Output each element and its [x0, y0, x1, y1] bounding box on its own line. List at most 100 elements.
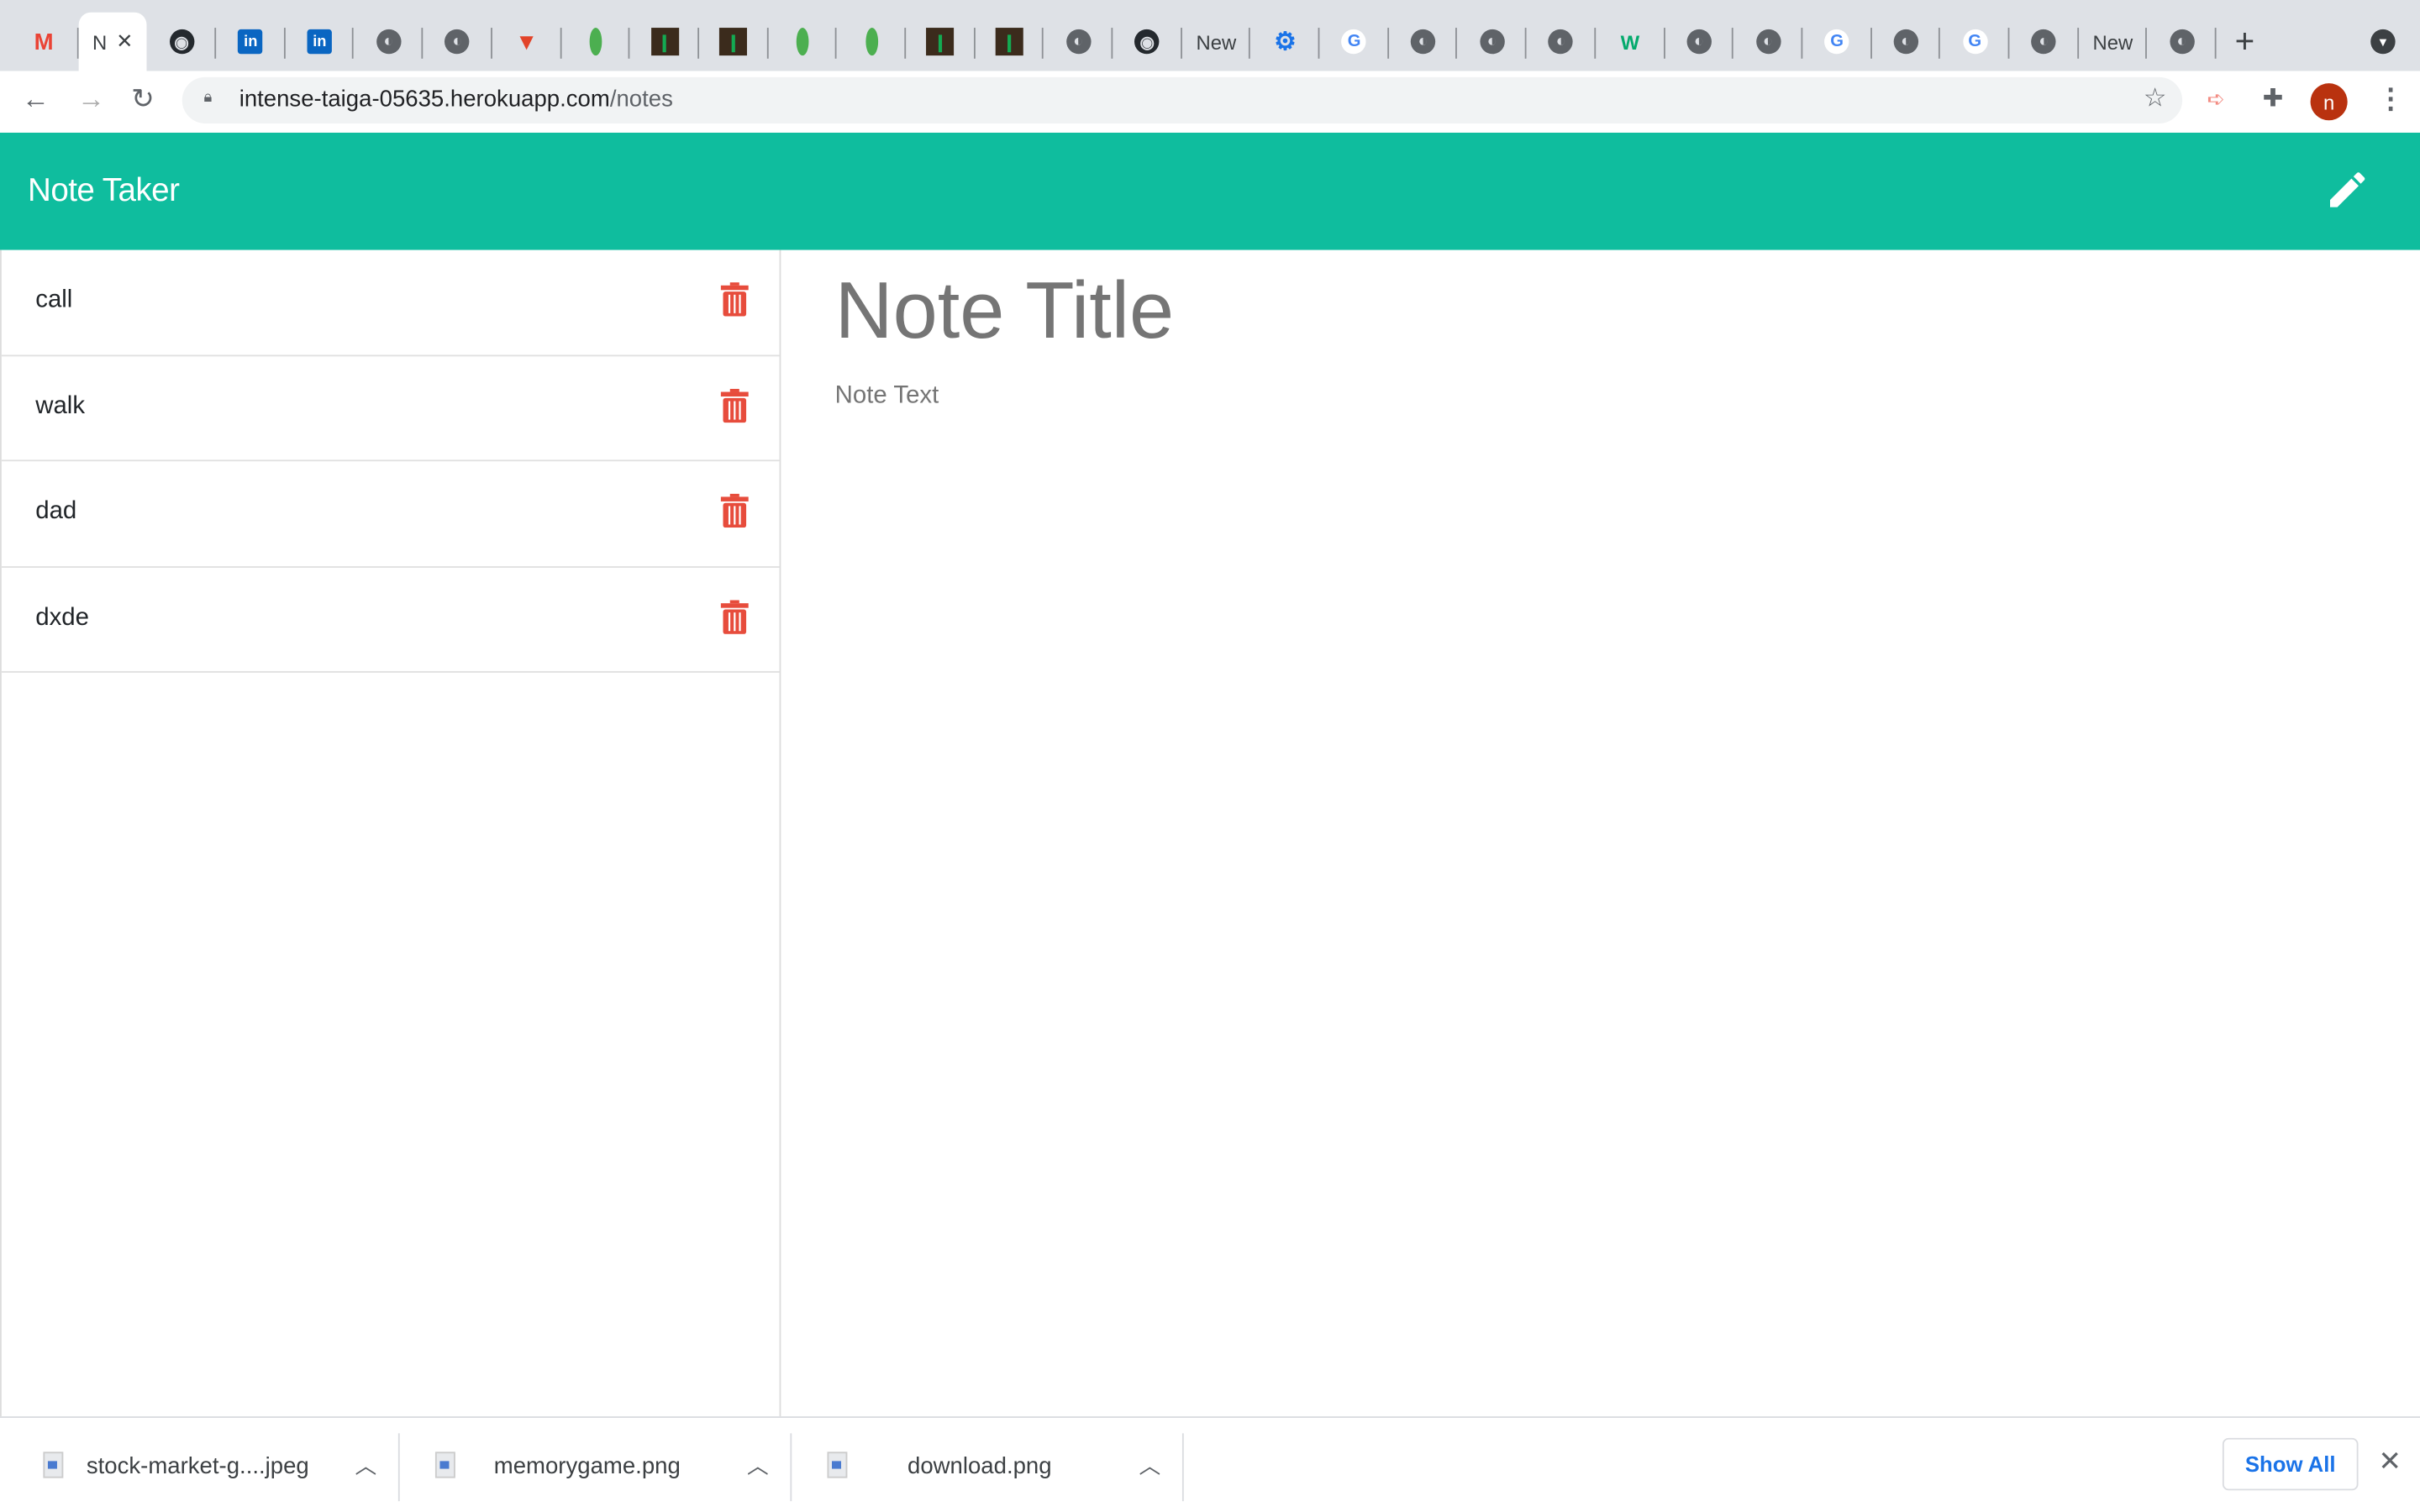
lock-icon: 🔒︎ — [203, 89, 213, 107]
browser-tab[interactable]: ◐ — [2147, 13, 2216, 71]
gmail-icon: M — [34, 28, 54, 55]
note-list-item[interactable]: dxde — [1, 567, 780, 673]
note-title-input[interactable] — [834, 265, 2224, 359]
extensions-puzzle-icon[interactable]: ✚ — [2263, 83, 2284, 114]
close-tab-icon[interactable]: ✕ — [116, 29, 133, 54]
browser-toolbar: ← → ↻ 🔒︎ intense-taiga-05635.herokuapp.c… — [0, 71, 2420, 133]
notes-list: call walk dad dxde — [0, 249, 781, 1417]
url-text[interactable]: intense-taiga-05635.herokuapp.com/notes — [239, 87, 673, 113]
globe-icon: ◐ — [1410, 29, 1436, 55]
new-note-pencil-icon[interactable] — [2324, 166, 2370, 213]
browser-tab[interactable]: G — [1802, 13, 1871, 71]
browser-tab[interactable]: ❙ — [630, 13, 699, 71]
file-icon — [434, 1452, 455, 1478]
google-icon: G — [1962, 29, 1987, 55]
browser-window: MN ✕ ◉ in in ◐ ◐ ▼ ❙ ❙ ❙ ❙ ◐ ◉ New ⚙ G ◐ ◐ ◐ W ◐ ◐ G ◐ G ◐ New ◐ + … — [0, 0, 2420, 1512]
note-list-item[interactable]: call — [1, 250, 780, 356]
downloads-bar: stock-market-g....jpeg ︿ memorygame.png … — [0, 1416, 2420, 1512]
note-list-item[interactable]: walk — [1, 355, 780, 462]
browser-tab[interactable]: ◐ — [2009, 13, 2078, 71]
linkedin-icon: in — [307, 29, 333, 55]
download-item[interactable]: download.png ︿ — [790, 1433, 1184, 1502]
leaf-icon — [865, 28, 878, 56]
browser-tab[interactable] — [837, 13, 906, 71]
mongo-dark-icon: ❙ — [995, 28, 1023, 56]
browser-tab[interactable]: G — [1940, 13, 2009, 71]
download-item[interactable]: stock-market-g....jpeg ︿ — [6, 1433, 400, 1502]
profile-avatar[interactable]: n — [2310, 83, 2348, 121]
browser-tab[interactable]: M — [9, 13, 78, 71]
globe-icon: ◐ — [445, 29, 471, 55]
menu-kebab-icon[interactable]: ⋮ — [2377, 83, 2405, 116]
close-downloads-icon[interactable]: ✕ — [2378, 1446, 2402, 1478]
mongo-dark-icon: ❙ — [719, 28, 748, 56]
tab-search-icon[interactable]: ▼ — [2370, 29, 2396, 55]
github-icon: ◉ — [169, 29, 194, 55]
note-text-input[interactable] — [834, 382, 2224, 1154]
browser-tab[interactable]: ◉ — [1113, 13, 1181, 71]
browser-tab[interactable]: ⚙ — [1250, 13, 1319, 71]
back-icon[interactable]: ← — [22, 83, 50, 116]
globe-icon: ◐ — [1755, 29, 1781, 55]
browser-tab[interactable]: ❙ — [699, 13, 768, 71]
reload-icon[interactable]: ↻ — [131, 83, 155, 116]
browser-tab[interactable]: G — [1320, 13, 1389, 71]
browser-tab[interactable] — [561, 13, 630, 71]
new-tab-button[interactable]: + — [2235, 22, 2255, 62]
globe-icon: ◐ — [1065, 29, 1091, 55]
download-item[interactable]: memorygame.png ︿ — [398, 1433, 792, 1502]
file-icon — [827, 1452, 848, 1478]
delete-trash-icon[interactable] — [720, 387, 749, 423]
chevron-up-icon[interactable]: ︿ — [747, 1451, 769, 1482]
gear-icon: ⚙ — [1274, 29, 1297, 56]
delete-trash-icon[interactable] — [720, 599, 749, 633]
chevron-up-icon[interactable]: ︿ — [355, 1451, 376, 1482]
show-all-downloads-button[interactable]: Show All — [2222, 1437, 2359, 1491]
browser-tab[interactable]: ◉ — [147, 13, 216, 71]
browser-tab[interactable]: ◐ — [1733, 13, 1802, 71]
globe-icon: ◐ — [1893, 29, 1918, 55]
bookmark-star-icon[interactable]: ☆ — [2144, 83, 2167, 114]
browser-tab[interactable]: in — [285, 13, 354, 71]
browser-tab[interactable] — [768, 13, 837, 71]
browser-tab[interactable]: in — [216, 13, 285, 71]
app-title[interactable]: Note Taker — [28, 173, 180, 210]
globe-icon: ◐ — [2169, 29, 2195, 55]
browser-tab[interactable]: New — [2078, 13, 2147, 71]
browser-tab[interactable]: W — [1596, 13, 1665, 71]
note-title: dxde — [35, 604, 89, 631]
browser-tab[interactable]: ▼ — [492, 13, 561, 71]
google-icon: G — [1341, 29, 1367, 55]
mongo-dark-icon: ❙ — [926, 28, 955, 56]
chevron-up-icon[interactable]: ︿ — [1139, 1451, 1161, 1482]
browser-tab[interactable]: New — [1181, 13, 1250, 71]
browser-tab[interactable]: ◐ — [1389, 13, 1458, 71]
globe-icon: ◐ — [376, 29, 402, 55]
url-path: /notes — [609, 86, 673, 113]
delete-trash-icon[interactable] — [720, 282, 749, 317]
leaf-icon — [589, 28, 602, 56]
browser-tab[interactable]: ◐ — [1458, 13, 1527, 71]
browser-tab[interactable]: ◐ — [354, 13, 423, 71]
note-editor — [782, 250, 2420, 1417]
tab-strip: MN ✕ ◉ in in ◐ ◐ ▼ ❙ ❙ ❙ ❙ ◐ ◉ New ⚙ G ◐ ◐ ◐ W ◐ ◐ G ◐ G ◐ New ◐ + … — [0, 0, 2420, 71]
browser-tab[interactable]: ◐ — [423, 13, 492, 71]
mongo-dark-icon: ❙ — [650, 28, 679, 56]
browser-tab[interactable]: ◐ — [1871, 13, 1940, 71]
browser-tab[interactable]: N ✕ — [78, 12, 148, 71]
browser-tab[interactable]: ◐ — [1665, 13, 1733, 71]
delete-trash-icon[interactable] — [720, 493, 749, 528]
extension-icon[interactable]: ➪ — [2207, 87, 2226, 113]
browser-tab[interactable]: ◐ — [1527, 13, 1596, 71]
github-icon: ◉ — [1134, 29, 1160, 55]
note-list-item[interactable]: dad — [1, 461, 780, 568]
forward-icon[interactable]: → — [77, 83, 105, 116]
globe-icon: ◐ — [1549, 29, 1574, 55]
gitlab-icon: ▼ — [514, 28, 539, 55]
address-bar[interactable]: 🔒︎ intense-taiga-05635.herokuapp.com/not… — [182, 76, 2183, 123]
file-icon — [43, 1452, 64, 1478]
browser-tab[interactable]: ❙ — [975, 13, 1044, 71]
browser-tab[interactable]: ◐ — [1044, 13, 1113, 71]
browser-tab[interactable]: ❙ — [906, 13, 975, 71]
tab-label: New — [1196, 29, 1237, 54]
